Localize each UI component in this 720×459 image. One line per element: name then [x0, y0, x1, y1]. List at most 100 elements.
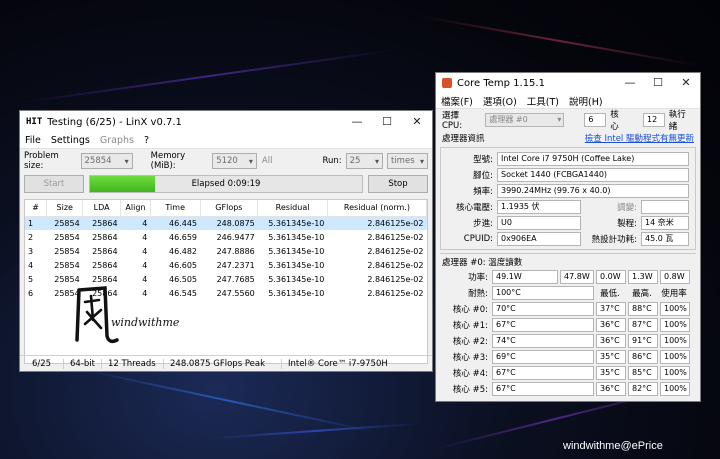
- wallpaper-streak: [21, 48, 399, 104]
- menu-help[interactable]: 說明(H): [569, 94, 603, 108]
- core-load: 100%: [660, 350, 690, 364]
- core-min-temp: 35°C: [596, 350, 626, 364]
- table-row[interactable]: 1 25854 25864 4 46.445 248.0875 5.361345e-10 2.…: [25, 216, 427, 230]
- table-cell: 2.846125e-02: [367, 260, 424, 270]
- wallpaper-streak: [421, 15, 699, 67]
- tdp-value: 45.0 瓦: [641, 232, 689, 246]
- menu-file[interactable]: 檔案(F): [441, 94, 473, 108]
- table-cell: 5.361345e-10: [268, 274, 325, 284]
- core-min-temp: 37°C: [596, 302, 626, 316]
- core-load: 100%: [660, 302, 690, 316]
- info-header-row: 處理器資訊 檢查 Intel 驅動程式有無更新: [436, 131, 700, 145]
- processor-select[interactable]: 處理器 #0 ▾: [485, 113, 565, 127]
- cpuid-value: 0x906EA: [497, 232, 581, 246]
- table-cell: 4: [142, 246, 148, 256]
- table-cell: 246.9477: [216, 232, 255, 242]
- menu-tools[interactable]: 工具(T): [527, 94, 559, 108]
- threads-count: 12: [643, 113, 665, 127]
- maximize-icon[interactable]: ☐: [372, 111, 402, 133]
- options-row: Problem size: 25854 Memory (MiB): 5120 A…: [20, 149, 432, 173]
- column-header[interactable]: GFlops: [200, 200, 259, 217]
- column-header[interactable]: Align: [120, 200, 151, 217]
- table-cell: 25864: [92, 246, 118, 256]
- linx-titlebar[interactable]: HIT Testing (6/25) - LinX v0.7.1 — ☐ ✕: [20, 111, 432, 133]
- coretemp-app-icon: [442, 78, 452, 88]
- problem-size-label: Problem size:: [24, 151, 59, 171]
- power-cores: 47.8W: [560, 270, 594, 284]
- problem-size-combo[interactable]: 25854: [80, 153, 133, 169]
- core-label: 核心 #3:: [452, 353, 488, 363]
- column-header[interactable]: Residual: [257, 200, 328, 217]
- core-label: 核心 #0:: [452, 305, 488, 315]
- core-row: 核心 #1: 67°C 36°C 87°C 100%: [440, 317, 696, 333]
- memory-value: 5120: [216, 156, 238, 166]
- results-table-container[interactable]: # Size LDA Align Time GFlops Residual Re…: [24, 199, 428, 364]
- run-count-combo[interactable]: 25: [345, 153, 383, 169]
- table-cell: 25854: [54, 260, 80, 270]
- temperature-readings: 功率: 49.1W 47.8W 0.0W 1.3W 0.8W 耐熱: 100°C…: [436, 269, 700, 397]
- stop-button[interactable]: Stop: [368, 175, 428, 193]
- model-label: 型號:: [473, 155, 493, 165]
- core-label: 核心 #4:: [452, 369, 488, 379]
- memory-combo[interactable]: 5120: [212, 153, 257, 169]
- table-row[interactable]: 4 25854 25864 4 46.605 247.2371 5.361345e-10 2.…: [25, 258, 427, 272]
- core-max-temp: 88°C: [628, 302, 658, 316]
- lithography-value: 14 奈米: [641, 216, 689, 230]
- core-label: 核心 #1:: [452, 321, 488, 331]
- table-cell: 4: [120, 216, 151, 230]
- core-temp: 74°C: [492, 334, 594, 348]
- table-cell: 5: [28, 274, 34, 284]
- column-header[interactable]: #: [25, 200, 48, 217]
- core-row: 核心 #3: 69°C 35°C 86°C 100%: [440, 349, 696, 365]
- svg-text:windwithme: windwithme: [111, 316, 180, 329]
- menu-help[interactable]: ?: [144, 135, 149, 146]
- processor-info-group: 型號: Intel Core i7 9750H (Coffee Lake) 腳位…: [440, 147, 696, 250]
- menu-file[interactable]: File: [25, 135, 41, 146]
- column-header[interactable]: Time: [150, 200, 201, 217]
- table-cell: 25864: [92, 260, 118, 270]
- close-icon[interactable]: ✕: [402, 111, 432, 133]
- column-header[interactable]: Residual (norm.): [327, 200, 427, 217]
- core-max-temp: 85°C: [628, 366, 658, 380]
- minimize-icon[interactable]: —: [342, 111, 372, 133]
- all-checkbox-label[interactable]: All: [262, 156, 273, 166]
- menu-options[interactable]: 選項(O): [483, 94, 517, 108]
- frequency-value: 3990.24MHz (99.76 x 40.0): [497, 184, 689, 198]
- tjmax-label: 耐熱:: [468, 289, 488, 299]
- start-button[interactable]: Start: [24, 175, 84, 193]
- driver-update-link[interactable]: 檢查 Intel 驅動程式有無更新: [585, 132, 694, 144]
- table-cell: 25854: [54, 246, 80, 256]
- table-cell: 2.846125e-02: [367, 232, 424, 242]
- core-temp: 67°C: [492, 318, 594, 332]
- linx-menubar: File Settings Graphs ?: [20, 133, 432, 149]
- minimize-icon[interactable]: —: [616, 73, 644, 95]
- core-load: 100%: [660, 382, 690, 396]
- table-row[interactable]: 2 25854 25864 4 46.659 246.9477 5.361345e-10 2.…: [25, 230, 427, 244]
- core-label: 核心 #2:: [452, 337, 488, 347]
- table-cell: 2.846125e-02: [367, 274, 424, 284]
- chevron-down-icon: ▾: [557, 115, 562, 124]
- close-icon[interactable]: ✕: [672, 73, 700, 95]
- menu-settings[interactable]: Settings: [51, 135, 90, 146]
- run-unit-combo[interactable]: times: [386, 153, 429, 169]
- tjmax-row: 耐熱: 100°C 最低. 最高. 使用率: [440, 285, 696, 301]
- load-header: 使用率: [661, 289, 687, 299]
- table-cell: 247.7685: [216, 274, 255, 284]
- table-cell: 2.846125e-02: [367, 288, 424, 298]
- table-cell: 247.2371: [216, 260, 255, 270]
- platform-value: Socket 1440 (FCBGA1440): [497, 168, 689, 182]
- power-gpu: 0.8W: [660, 270, 690, 284]
- table-cell: 5.361345e-10: [268, 246, 325, 256]
- coretemp-titlebar[interactable]: Core Temp 1.15.1 — ☐ ✕: [436, 73, 700, 93]
- test-progress-bar: Elapsed 0:09:19: [89, 175, 363, 193]
- core-max-temp: 86°C: [628, 350, 658, 364]
- core-temp: 67°C: [492, 382, 594, 396]
- column-header[interactable]: Size: [46, 200, 84, 217]
- max-header: 最高.: [632, 289, 652, 299]
- core-temp: 69°C: [492, 350, 594, 364]
- column-header[interactable]: LDA: [82, 200, 122, 217]
- maximize-icon[interactable]: ☐: [644, 73, 672, 95]
- menu-graphs[interactable]: Graphs: [100, 135, 134, 146]
- table-row[interactable]: 3 25854 25864 4 46.482 247.8886 5.361345e-10 2.…: [25, 244, 427, 258]
- model-value: Intel Core i7 9750H (Coffee Lake): [497, 152, 689, 166]
